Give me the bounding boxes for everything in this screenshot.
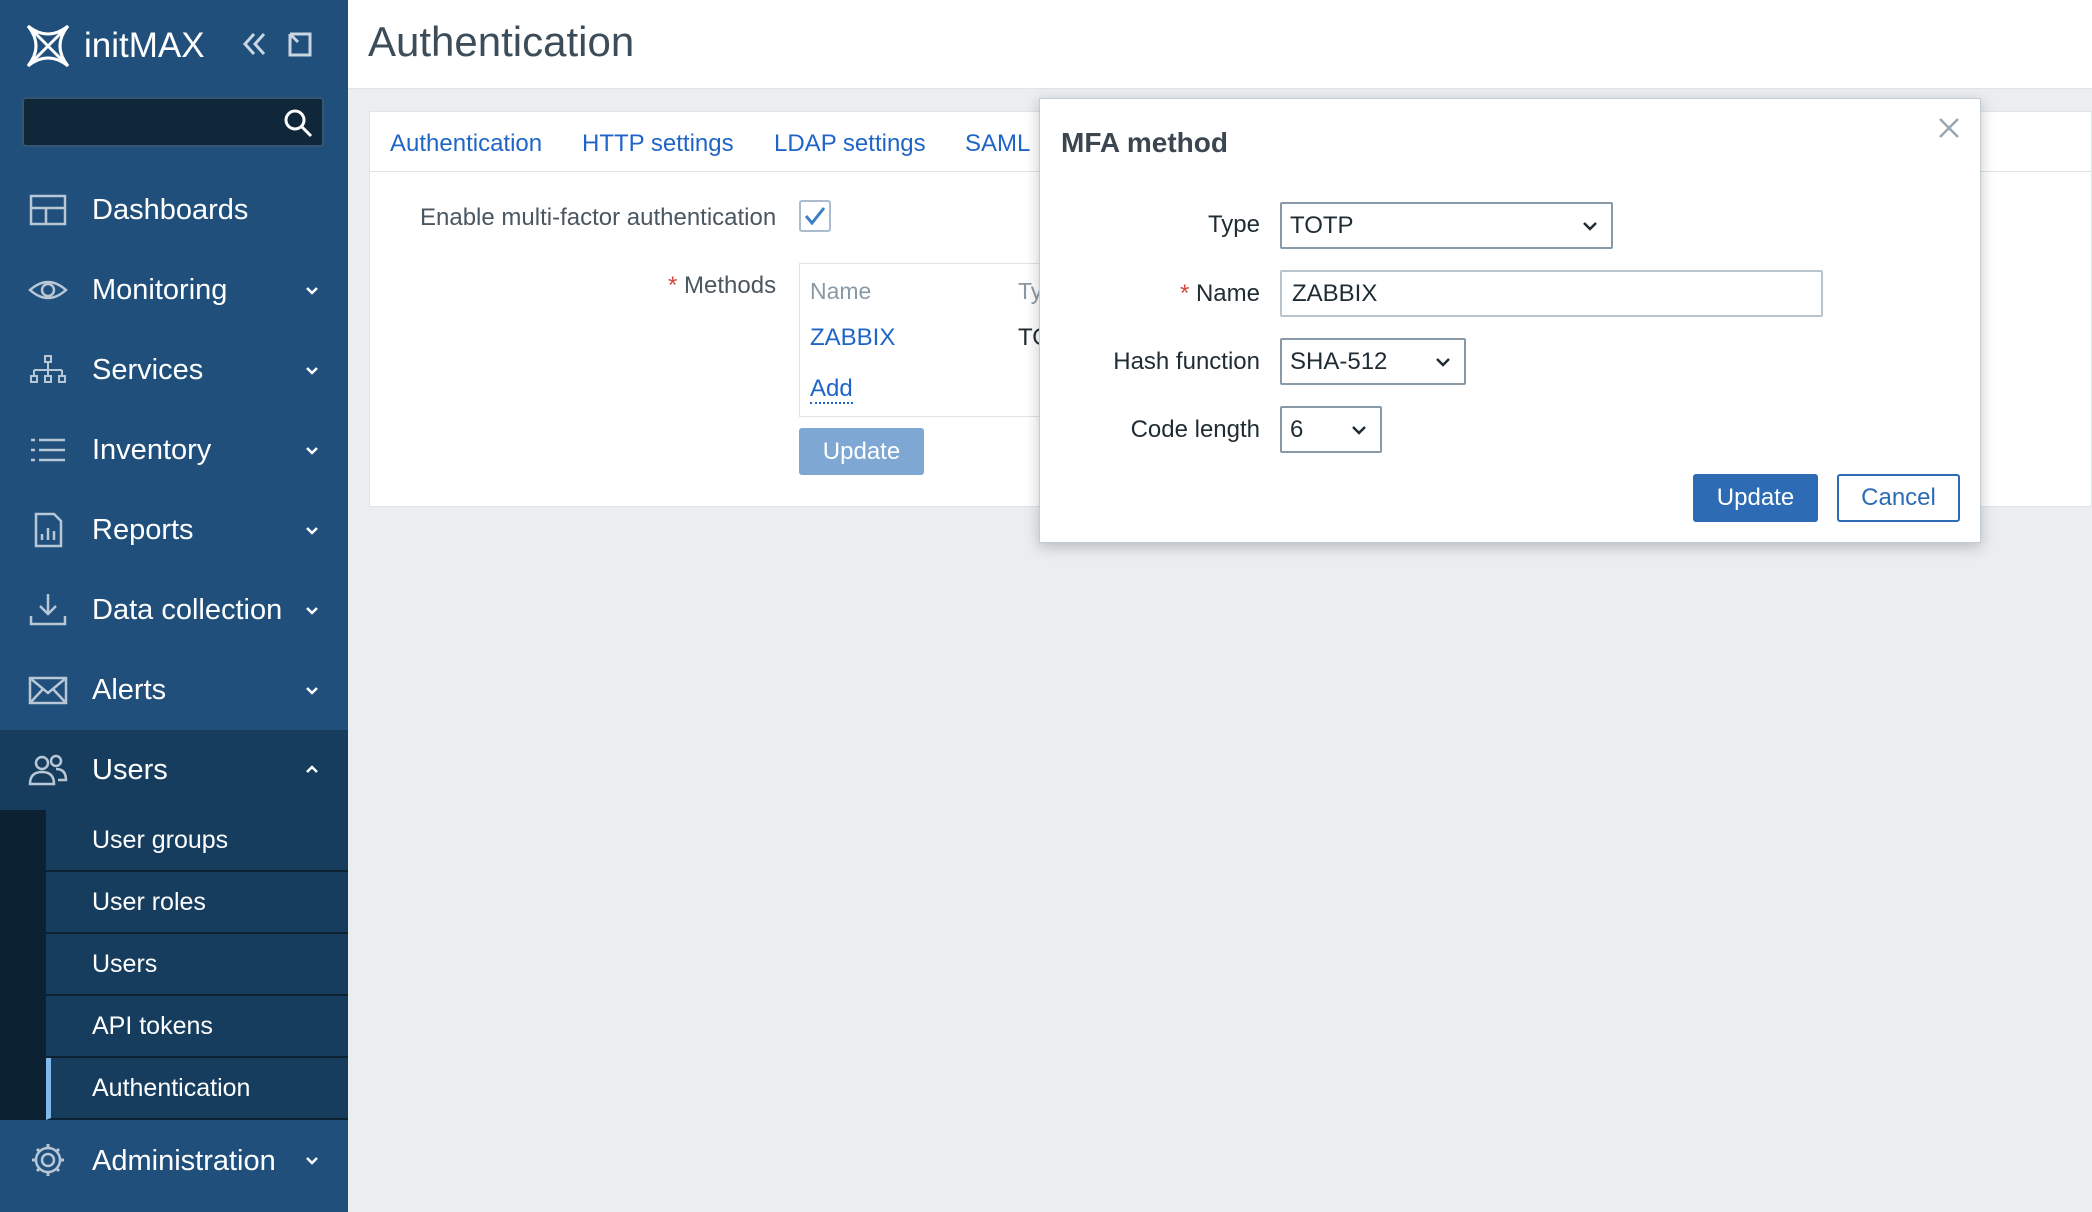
menu-item-reports[interactable]: Reports (0, 490, 348, 570)
submenu-label: Authentication (92, 1073, 251, 1102)
methods-label-text: Methods (684, 272, 777, 299)
users-icon (28, 754, 68, 786)
sidebar: initMAX Dashboards Monitoring Services I… (0, 0, 348, 1212)
submenu-label: User roles (92, 887, 206, 916)
type-select[interactable]: TOTP (1280, 202, 1613, 249)
required-mark: * (1179, 280, 1190, 307)
submenu-item-user-roles[interactable]: User roles (46, 872, 348, 934)
hash-function-value: SHA-512 (1290, 347, 1388, 375)
page-header: Authentication (348, 0, 2092, 89)
mfa-enable-label: Enable multi-factor authentication (420, 204, 777, 231)
add-method-link[interactable]: Add (810, 376, 853, 404)
required-mark: * (668, 272, 678, 299)
menu-item-services[interactable]: Services (0, 330, 348, 410)
name-label: * Name (1180, 280, 1260, 308)
chevron-down-icon (1352, 426, 1366, 435)
checkmark-icon (804, 207, 826, 226)
brand-name: initMAX (84, 26, 205, 65)
menu-item-label: Monitoring (92, 273, 228, 306)
kiosk-mode-icon[interactable] (282, 26, 318, 62)
menu-item-label: Inventory (92, 433, 212, 466)
submenu-item-authentication[interactable]: Authentication (46, 1058, 348, 1120)
type-select-value: TOTP (1290, 211, 1354, 239)
menu-item-label: Alerts (92, 673, 167, 706)
collapse-sidebar-icon[interactable] (236, 26, 272, 62)
hash-function-label: Hash function (1113, 348, 1260, 375)
submenu-item-api-tokens[interactable]: API tokens (46, 996, 348, 1058)
tab-saml[interactable]: SAML (965, 130, 1030, 158)
hash-function-select[interactable]: SHA-512 (1280, 338, 1466, 385)
name-input[interactable]: ZABBIX (1280, 270, 1823, 317)
list-icon (31, 438, 65, 462)
menu-item-label: Dashboards (92, 193, 249, 226)
code-length-value: 6 (1290, 415, 1304, 443)
services-tree-icon (30, 355, 66, 383)
chevron-down-icon (306, 1157, 318, 1165)
submenu-item-user-groups[interactable]: User groups (46, 810, 348, 872)
initmax-logo-icon (26, 24, 70, 68)
mfa-method-dialog: MFA method Type TOTP * Name ZABBIX Hash … (1039, 98, 1981, 543)
chevron-down-icon (1436, 358, 1450, 367)
chevron-down-icon (306, 447, 318, 455)
menu-item-label: Administration (92, 1144, 276, 1177)
methods-label: * Methods (668, 272, 776, 300)
submenu-label: Users (92, 949, 158, 978)
envelope-icon (28, 676, 68, 705)
chevron-down-icon (306, 607, 318, 615)
users-submenu: User groups User roles Users API tokens … (0, 810, 348, 1120)
dialog-update-button[interactable]: Update (1693, 474, 1818, 522)
search-icon[interactable] (282, 107, 314, 139)
tab-authentication[interactable]: Authentication (390, 130, 542, 158)
report-icon (34, 512, 63, 548)
tab-http-settings[interactable]: HTTP settings (582, 130, 734, 158)
menu-item-label: Data collection (92, 593, 283, 626)
brand[interactable]: initMAX (22, 20, 205, 72)
menu-item-label: Reports (92, 513, 194, 546)
chevron-down-icon (306, 287, 318, 295)
chevron-down-icon (306, 367, 318, 375)
sidebar-search-input[interactable] (22, 97, 324, 147)
menu-item-label: Users (92, 753, 168, 786)
type-label: Type (1207, 211, 1260, 238)
eye-icon (28, 280, 68, 300)
menu-item-data-collection[interactable]: Data collection (0, 570, 348, 650)
dialog-cancel-button[interactable]: Cancel (1837, 474, 1960, 522)
dashboard-icon (29, 194, 67, 226)
menu-item-alerts[interactable]: Alerts (0, 650, 348, 730)
menu-item-administration[interactable]: Administration (0, 1120, 348, 1202)
tab-ldap-settings[interactable]: LDAP settings (774, 130, 926, 158)
mfa-enable-checkbox[interactable] (799, 200, 831, 232)
menu-item-monitoring[interactable]: Monitoring (0, 250, 348, 330)
form-update-button[interactable]: Update (799, 428, 924, 475)
code-length-select[interactable]: 6 (1280, 406, 1382, 453)
submenu-label: User groups (92, 825, 229, 854)
menu-item-users[interactable]: Users (0, 730, 348, 810)
name-label-text: Name (1195, 280, 1260, 307)
code-length-label: Code length (1130, 416, 1260, 443)
submenu-label: API tokens (92, 1011, 213, 1040)
page-title: Authentication (368, 18, 635, 65)
chevron-down-icon (306, 687, 318, 695)
methods-header-name: Name (810, 278, 872, 304)
menu-item-label: Services (92, 353, 204, 386)
menu-item-dashboards[interactable]: Dashboards (0, 170, 348, 250)
chevron-down-icon (1583, 222, 1597, 231)
chevron-up-icon (306, 765, 318, 773)
method-name-link[interactable]: ZABBIX (810, 324, 895, 352)
chevron-down-icon (306, 527, 318, 535)
close-icon[interactable] (1936, 115, 1962, 141)
download-icon (29, 594, 67, 626)
menu-item-inventory[interactable]: Inventory (0, 410, 348, 490)
dialog-title: MFA method (1061, 127, 1228, 158)
main-menu: Dashboards Monitoring Services Inventory… (0, 170, 348, 1202)
gear-icon (32, 1144, 64, 1176)
submenu-item-users[interactable]: Users (46, 934, 348, 996)
